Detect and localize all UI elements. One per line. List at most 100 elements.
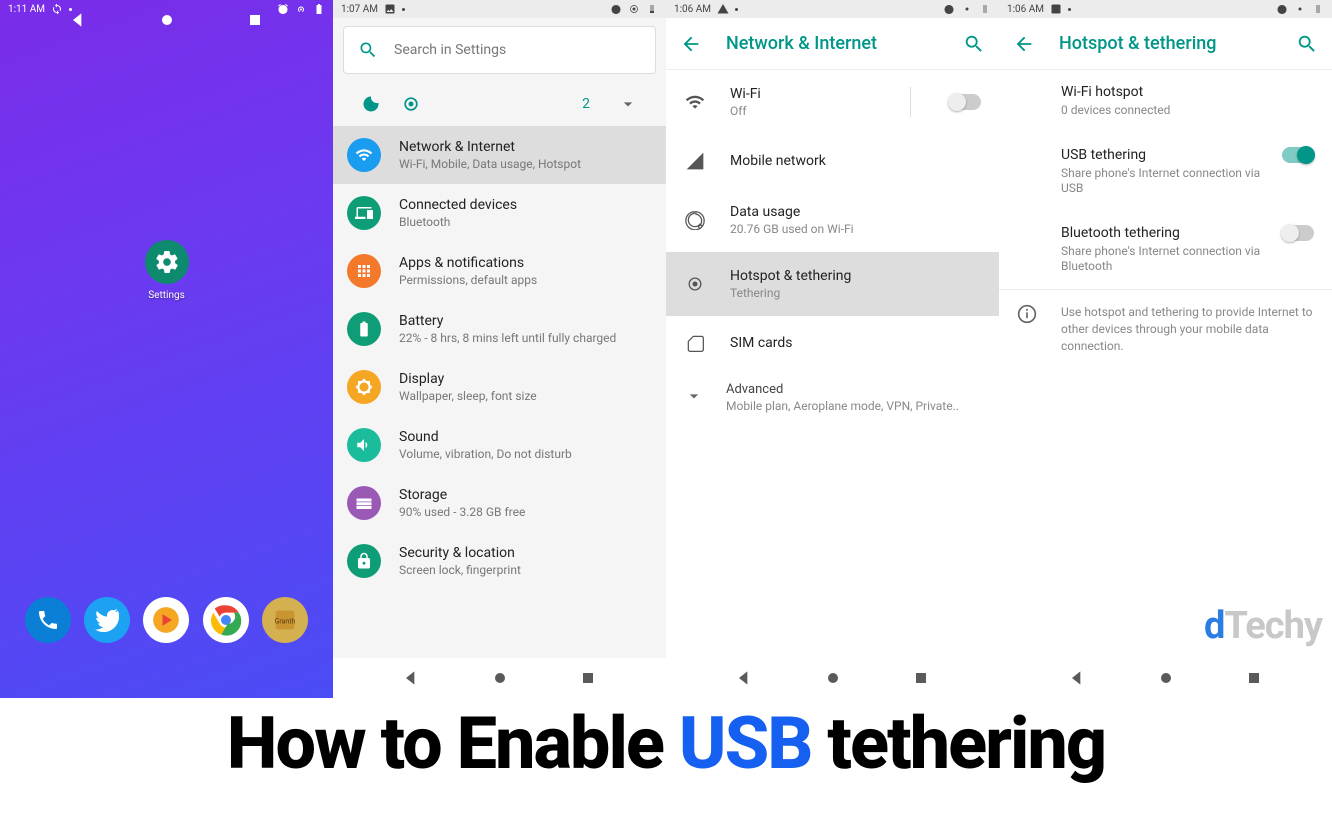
item-subtitle: Share phone's Internet connection via US… — [1061, 166, 1266, 197]
status-time: 1:06 AM — [1007, 4, 1044, 15]
settings-item-display[interactable]: Display Wallpaper, sleep, font size — [333, 358, 666, 416]
navigation-bar — [999, 658, 1332, 698]
item-subtitle: Off — [730, 104, 886, 118]
item-title: Network & Internet — [399, 139, 581, 155]
item-title: Connected devices — [399, 197, 517, 213]
item-subtitle: Wallpaper, sleep, font size — [399, 389, 537, 403]
granth-app-icon[interactable]: Granth — [262, 597, 308, 643]
quick-settings-row[interactable]: 2 — [333, 86, 666, 126]
hotspot-item-usb-tethering[interactable]: USB tethering Share phone's Internet conn… — [999, 133, 1332, 211]
search-placeholder: Search in Settings — [394, 42, 506, 58]
search-button[interactable] — [1296, 33, 1318, 55]
settings-item-security[interactable]: Security & locationScreen lock, fingerpr… — [333, 532, 666, 590]
status-time: 1:11 AM — [8, 4, 45, 15]
item-subtitle: Share phone's Internet connection via Bl… — [1061, 244, 1266, 275]
battery-icon — [1312, 3, 1324, 15]
bluetooth-tethering-toggle[interactable] — [1282, 225, 1314, 241]
item-subtitle: 0 devices connected — [1061, 103, 1314, 119]
settings-app-launcher[interactable]: Settings — [145, 240, 189, 301]
nav-home-button[interactable] — [823, 668, 843, 688]
item-subtitle: Permissions, default apps — [399, 273, 537, 287]
net-item-wifi[interactable]: Wi-Fi Off — [666, 70, 999, 134]
hotspot-item-bluetooth-tethering[interactable]: Bluetooth tethering Share phone's Interne… — [999, 211, 1332, 289]
nav-home-button[interactable] — [1156, 668, 1176, 688]
nav-recent-button[interactable] — [578, 668, 598, 688]
settings-item-connected-devices[interactable]: Connected devicesBluetooth — [333, 184, 666, 242]
settings-item-storage[interactable]: Storage90% used - 3.28 GB free — [333, 474, 666, 532]
info-text: Use hotspot and tethering to provide Int… — [1061, 304, 1314, 354]
watermark: dTechy — [1204, 604, 1322, 648]
hotspot-list: Wi-Fi hotspot0 devices connected USB tet… — [999, 70, 1332, 658]
nav-back-button[interactable] — [1067, 668, 1087, 688]
brightness-icon — [355, 378, 373, 396]
battery-icon — [979, 3, 991, 15]
navigation-bar — [333, 658, 666, 698]
item-title: Bluetooth tethering — [1061, 225, 1266, 241]
signal-icon — [685, 151, 705, 171]
play-music-app-icon[interactable] — [143, 597, 189, 643]
phone-home-screen: 1:11 AM Settings — [0, 0, 333, 698]
settings-item-sound[interactable]: SoundVolume, vibration, Do not disturb — [333, 416, 666, 474]
item-title: USB tethering — [1061, 147, 1266, 163]
header-bar: Hotspot & tethering — [999, 18, 1332, 70]
header-bar: Network & Internet — [666, 18, 999, 70]
moon-icon — [361, 94, 381, 114]
usb-tethering-toggle[interactable] — [1282, 147, 1314, 163]
chrome-app-icon[interactable] — [203, 597, 249, 643]
alarm-icon — [610, 3, 622, 15]
app-label: Settings — [145, 290, 189, 301]
sync-icon — [51, 3, 63, 15]
settings-item-apps[interactable]: Apps & notificationsPermissions, default… — [333, 242, 666, 300]
screenshot-row: 1:11 AM Settings — [0, 0, 1332, 698]
battery-icon — [355, 320, 373, 338]
net-item-sim[interactable]: SIM cards — [666, 316, 999, 370]
nav-back-button[interactable] — [401, 668, 421, 688]
net-item-data-usage[interactable]: Data usage20.76 GB used on Wi-Fi — [666, 188, 999, 252]
status-time: 1:07 AM — [341, 4, 378, 15]
search-settings-input[interactable]: Search in Settings — [343, 26, 656, 74]
item-title: Sound — [399, 429, 572, 445]
item-subtitle: 22% - 8 hrs, 8 mins left until fully cha… — [399, 331, 616, 345]
hotspot-icon — [1294, 3, 1306, 15]
nav-recent-button[interactable] — [1244, 668, 1264, 688]
item-title: Display — [399, 371, 537, 387]
alarm-icon — [943, 3, 955, 15]
notification-dot-icon — [1068, 8, 1071, 11]
nav-home-button[interactable] — [490, 668, 510, 688]
back-button[interactable] — [1013, 33, 1035, 55]
image-icon — [1050, 3, 1062, 15]
hotspot-icon — [295, 3, 307, 15]
status-bar: 1:06 AM — [666, 0, 999, 18]
info-row: Use hotspot and tethering to provide Int… — [999, 289, 1332, 368]
nav-recent-button[interactable] — [911, 668, 931, 688]
item-subtitle: 20.76 GB used on Wi-Fi — [730, 222, 981, 236]
data-usage-icon — [685, 210, 705, 230]
phone-app-icon[interactable] — [25, 597, 71, 643]
twitter-app-icon[interactable] — [84, 597, 130, 643]
navigation-bar — [666, 658, 999, 698]
settings-item-battery[interactable]: Battery22% - 8 hrs, 8 mins left until fu… — [333, 300, 666, 358]
settings-item-network[interactable]: Network & Internet Wi-Fi, Mobile, Data us… — [333, 126, 666, 184]
hotspot-item-wifi-hotspot[interactable]: Wi-Fi hotspot0 devices connected — [999, 70, 1332, 133]
nav-back-button[interactable] — [734, 668, 754, 688]
search-icon — [358, 40, 378, 60]
advanced-title: Advanced — [726, 382, 981, 397]
devices-icon — [355, 204, 373, 222]
sim-icon — [685, 333, 705, 353]
net-item-mobile[interactable]: Mobile network — [666, 134, 999, 188]
hotspot-icon — [685, 274, 705, 294]
net-item-advanced[interactable]: Advanced Mobile plan, Aeroplane mode, VP… — [666, 370, 999, 425]
item-title: Mobile network — [730, 153, 981, 169]
item-subtitle: Wi-Fi, Mobile, Data usage, Hotspot — [399, 157, 581, 171]
network-list: Wi-Fi Off Mobile network Data usage20.76 … — [666, 70, 999, 658]
qs-count: 2 — [582, 96, 590, 112]
net-item-hotspot[interactable]: Hotspot & tetheringTethering — [666, 252, 999, 316]
search-button[interactable] — [963, 33, 985, 55]
alarm-icon — [1276, 3, 1288, 15]
image-icon — [384, 3, 396, 15]
wifi-toggle[interactable] — [949, 94, 981, 110]
item-title: Wi-Fi — [730, 86, 886, 102]
back-button[interactable] — [680, 33, 702, 55]
notification-dot-icon — [69, 8, 72, 11]
divider — [910, 87, 911, 117]
